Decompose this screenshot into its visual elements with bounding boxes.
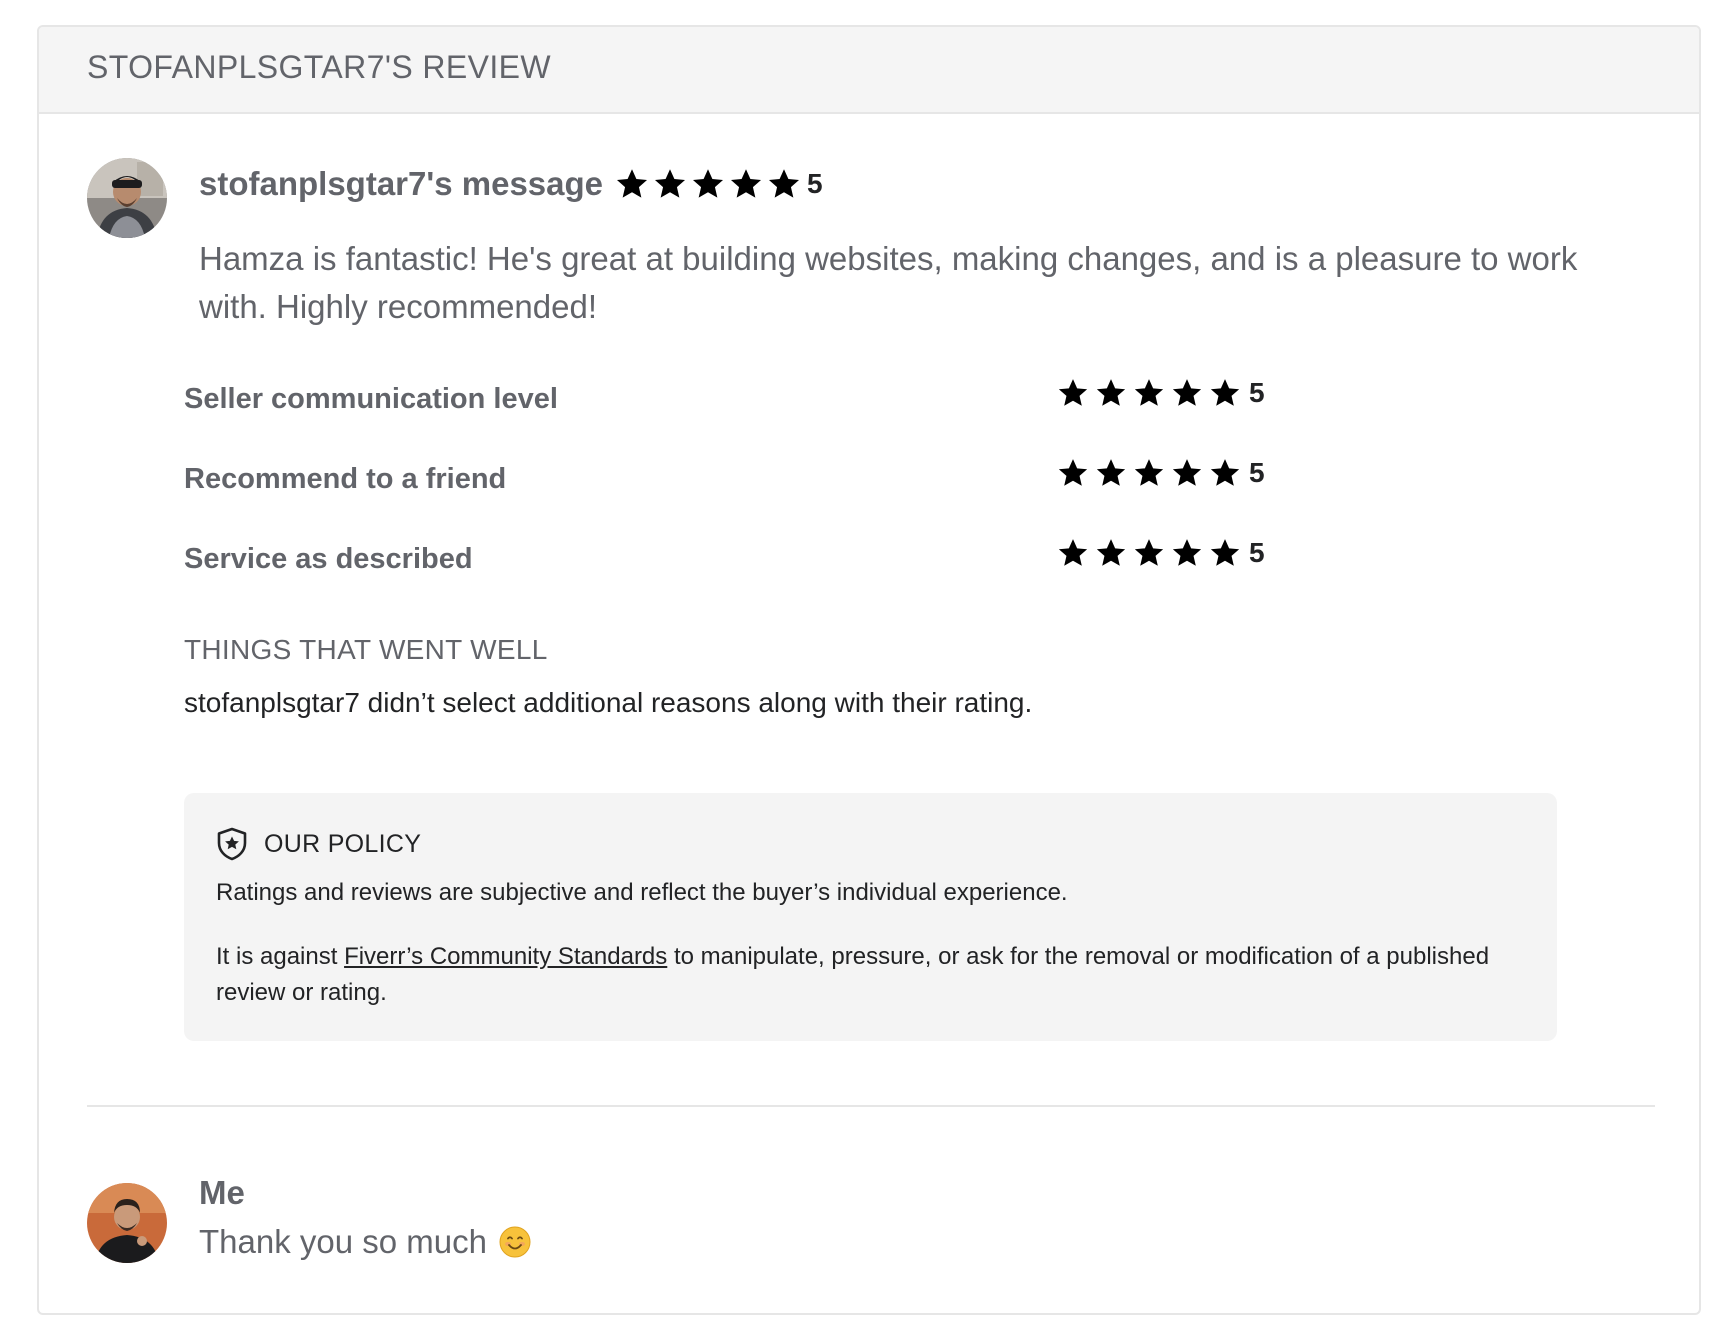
star-icon [691,167,725,201]
message-header: stofanplsgtar7's message 5 [199,165,823,203]
star-icon [1133,537,1165,569]
rating-score: 5 [1249,457,1265,488]
star-icon [1095,377,1127,409]
reply-message: Thank you so much [199,1223,531,1261]
star-icon [1171,537,1203,569]
policy-paragraph: Ratings and reviews are subjective and r… [216,879,1068,906]
rating-stars: 5 [1057,377,1265,409]
policy-paragraph: It is against Fiverr’s Community Standar… [216,939,1516,1011]
rating-row-service: Service as described 5 [184,537,1304,581]
message-text: Hamza is fantastic! He's great at buildi… [199,240,1578,325]
message-rating-score: 5 [807,168,823,199]
rating-label: Recommend to a friend [184,463,507,495]
star-icon [1209,457,1241,489]
star-icon [1057,377,1089,409]
star-icon [767,167,801,201]
things-went-well-heading: THINGS THAT WENT WELL [184,634,548,665]
shield-star-icon [217,827,247,861]
star-icon [1057,457,1089,489]
policy-text: It is against [216,943,345,970]
star-icon [1095,537,1127,569]
policy-box: OUR POLICY Ratings and reviews are subje… [184,793,1557,1041]
review-card: STOFANPLSGTAR7'S REVIEW stofanplsgtar7's… [37,25,1701,1315]
reply-author: Me [199,1174,245,1211]
smiling-face-emoji-icon [499,1226,531,1258]
star-icon [1057,537,1089,569]
star-icon [1171,377,1203,409]
rating-stars: 5 [1057,537,1265,569]
star-icon [1171,457,1203,489]
star-icon [1133,377,1165,409]
message-rating-stars: 5 [615,167,823,201]
reviewer-avatar[interactable] [87,158,167,238]
star-icon [729,167,763,201]
star-icon [615,167,649,201]
rating-stars: 5 [1057,457,1265,489]
rating-row-communication: Seller communication level 5 [184,377,1304,421]
star-icon [1209,537,1241,569]
reply-avatar[interactable] [87,1183,167,1263]
star-icon [1209,377,1241,409]
rating-score: 5 [1249,377,1265,408]
policy-title: OUR POLICY [264,829,422,858]
review-title: STOFANPLSGTAR7'S REVIEW [87,49,552,85]
community-standards-link[interactable]: Fiverr’s Community Standards [344,943,667,970]
message-author[interactable]: stofanplsgtar7's message [199,165,603,203]
divider [87,1105,1655,1107]
rating-label: Seller communication level [184,383,558,415]
review-header: STOFANPLSGTAR7'S REVIEW [39,27,1699,114]
rating-score: 5 [1249,537,1265,568]
rating-row-recommend: Recommend to a friend 5 [184,457,1304,501]
star-icon [653,167,687,201]
star-icon [1095,457,1127,489]
things-went-well-text: stofanplsgtar7 didn’t select additional … [184,687,1033,718]
reply-text: Thank you so much [199,1223,487,1260]
rating-label: Service as described [184,543,473,575]
star-icon [1133,457,1165,489]
policy-header: OUR POLICY [216,827,421,861]
